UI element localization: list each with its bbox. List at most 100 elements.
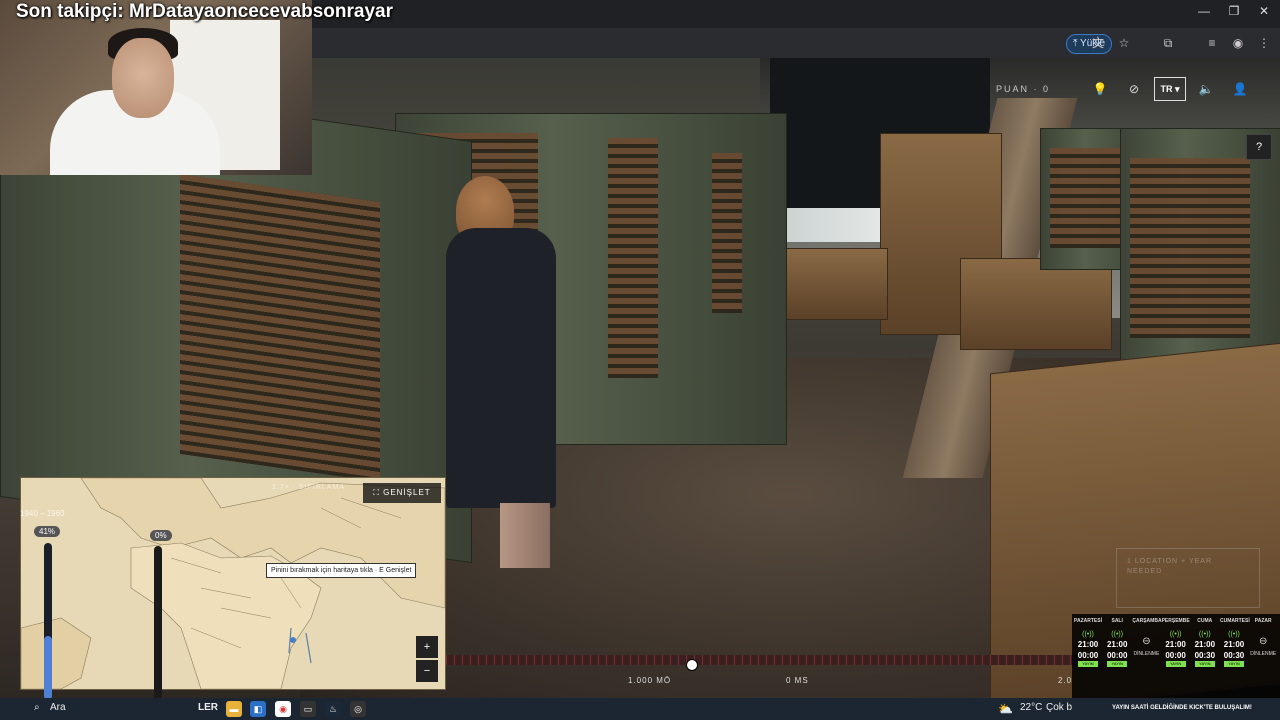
rest-icon: ⊖ [1142, 636, 1151, 647]
schedule-day: CUMARTESİ ((•)) 21:00 00:30 YAYIN [1220, 614, 1250, 698]
schedule-day-name: SALI [1111, 618, 1123, 624]
live-icon: ((•)) [1169, 631, 1182, 638]
minimize-icon[interactable]: — [1190, 4, 1218, 18]
timeline-label-right: 2.0 [1058, 676, 1073, 685]
schedule-off-label: DİNLENME [1250, 651, 1277, 657]
close-icon[interactable]: ✕ [1250, 4, 1278, 18]
schedule-day-name: CUMARTESİ [1220, 618, 1250, 624]
language-select[interactable]: TR ▾ [1154, 77, 1186, 101]
wooden-desk [960, 258, 1112, 350]
person-legs [500, 503, 550, 568]
schedule-end: 00:00 [1165, 651, 1186, 660]
timeline-label-left: 1.000 MÖ [628, 676, 672, 685]
schedule-day-name: PERŞEMBE [1161, 618, 1190, 624]
chrome-icon[interactable]: ◉ [275, 701, 291, 717]
extensions-icon[interactable]: ⧉ [1158, 34, 1178, 52]
hud-icons: 💡 ⊘ TR ▾ 🔈 👤 [1086, 76, 1254, 102]
menu-icon[interactable]: ⋮ [1254, 34, 1274, 52]
schedule-end: 00:30 [1194, 651, 1216, 660]
schedule-day: SALI ((•)) 21:00 00:00 YAYIN [1103, 614, 1131, 698]
media-icon[interactable]: ≡ [1202, 34, 1222, 52]
schedule-end: 00:00 [1106, 651, 1128, 660]
schedule-time: 21:00 [1194, 640, 1216, 649]
schedule-time: 21:00 [1077, 640, 1099, 649]
star-icon[interactable]: ☆ [1114, 34, 1134, 52]
guess-map[interactable] [20, 477, 446, 690]
folder-icon[interactable]: ▬ [226, 701, 242, 717]
webcam-overlay [0, 0, 312, 175]
last-follower-text: Son takipçi: MrDatayaoncecevabsonrayar [16, 1, 393, 22]
schedule-day: PAZARTESİ ((•)) 21:00 00:00 YAYIN [1074, 614, 1102, 698]
map-shapes [21, 478, 445, 689]
map-tooltip: Pinini bırakmak için haritaya tıkla · E … [266, 563, 417, 578]
search-label[interactable]: Ara [50, 702, 66, 713]
schedule-tag: YAYIN [1107, 661, 1128, 667]
store-icon[interactable]: ◧ [250, 701, 266, 717]
search-icon[interactable]: ⌕ [34, 702, 40, 713]
machine-rack [712, 153, 742, 313]
schedule-tag: YAYIN [1194, 661, 1215, 667]
schedule-day-name: PAZARTESİ [1074, 618, 1102, 624]
schedule-time: 21:00 [1106, 640, 1128, 649]
zoom-in-button[interactable]: + [416, 636, 438, 658]
slider-left[interactable] [44, 543, 52, 700]
schedule-end: 00:00 [1077, 651, 1099, 660]
user-icon[interactable]: 👤 [1226, 76, 1254, 102]
schedule-tag: YAYIN [1224, 661, 1244, 667]
live-icon: ((•)) [1082, 631, 1094, 638]
streamer-face [112, 38, 174, 118]
wooden-desk [776, 248, 888, 320]
schedule-tag: YAYIN [1165, 661, 1186, 667]
machine-rack [180, 173, 380, 483]
expand-icon: ⛶ [373, 488, 384, 497]
map-zoom-reset[interactable]: 2.7× · SIFIRLAMA [272, 484, 345, 491]
weather-temp: 22°C [1020, 702, 1043, 713]
steam-icon[interactable]: ♨ [325, 701, 341, 717]
restore-icon[interactable]: ❐ [1220, 4, 1248, 18]
schedule-day: ÇARŞAMBA ⊖ DİNLENME [1132, 614, 1162, 698]
slider-right[interactable] [154, 546, 162, 700]
app-icon[interactable]: ▭ [300, 701, 316, 717]
stream-schedule: PAZARTESİ ((•)) 21:00 00:00 YAYIN SALI ((•)) 21… [1072, 614, 1280, 698]
rest-icon: ⊖ [1258, 636, 1268, 647]
live-icon: ((•)) [1198, 631, 1211, 638]
machine-rack [1050, 148, 1130, 248]
schedule-day-name: ÇARŞAMBA [1132, 618, 1162, 624]
timeline-handle[interactable] [686, 659, 698, 671]
person [446, 228, 556, 508]
lightbulb-icon[interactable]: 💡 [1086, 76, 1114, 102]
schedule-time: 21:00 [1165, 640, 1186, 649]
help-button[interactable]: ? [1246, 134, 1272, 160]
schedule-time: 21:00 [1223, 640, 1245, 649]
weather-icon: ⛅ [998, 702, 1013, 716]
slider-left-percent: 41% [34, 526, 61, 537]
taskbar: ⌕ Ara LER ▬ ◧ ◉ ▭ ♨ ◎ ⛅ 22°C Çok b [0, 698, 1280, 720]
schedule-end: 00:30 [1223, 651, 1245, 660]
profile-icon[interactable]: ◉ [1228, 34, 1248, 52]
kick-banner: YAYIN SAATİ GELDİĞİNDE KICK'TE BULUŞALIM… [1112, 705, 1252, 711]
weather-desc: Çok b [1046, 702, 1073, 713]
schedule-day: PAZAR ⊖ DİNLENME [1249, 614, 1277, 698]
expand-map-button[interactable]: ⛶ GENİŞLET [363, 483, 441, 503]
machine-rack [1130, 158, 1250, 338]
upload-icon: ⤒ [1073, 38, 1081, 49]
zoom-out-button[interactable]: − [416, 660, 438, 682]
slider-left-fill [44, 635, 52, 700]
machine-rack [608, 138, 658, 378]
slider-right-percent: 0% [150, 530, 172, 541]
schedule-day-name: PAZAR [1254, 618, 1272, 624]
year-timeline[interactable] [446, 655, 1086, 665]
live-icon: ((•)) [1111, 631, 1124, 638]
hide-icon[interactable]: ⊘ [1120, 76, 1148, 102]
sound-icon[interactable]: 🔈 [1192, 76, 1220, 102]
language-value: TR [1160, 84, 1173, 94]
year-range-label: 1940 – 1960 [20, 509, 65, 518]
schedule-tag: YAYIN [1078, 661, 1098, 667]
schedule-day: CUMA ((•)) 21:00 00:30 YAYIN [1191, 614, 1219, 698]
translate-icon[interactable]: 文 [1088, 34, 1108, 52]
timeline-label-center: 0 MS [786, 676, 809, 685]
schedule-day-name: CUMA [1197, 618, 1213, 624]
obs-icon[interactable]: ◎ [350, 701, 366, 717]
